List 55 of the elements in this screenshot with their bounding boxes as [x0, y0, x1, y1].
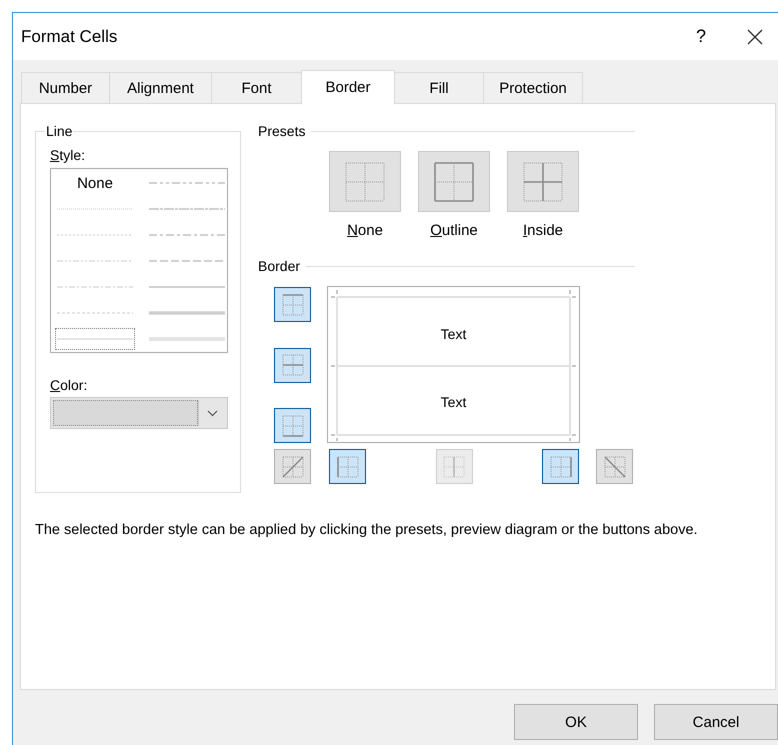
color-dropdown[interactable] [50, 397, 228, 429]
close-icon [747, 28, 763, 44]
line-style-option[interactable] [53, 326, 137, 352]
border-button[interactable] [274, 408, 311, 443]
field-label: Color: [50, 377, 88, 393]
group-title: Line [45, 123, 74, 139]
dialog-button[interactable]: OK [514, 704, 638, 740]
line-style-option[interactable]: None [53, 170, 137, 196]
grid-icon [523, 162, 563, 202]
window-title: Format Cells [21, 26, 118, 46]
section-title: Presets [258, 123, 306, 139]
line-sample-icon [149, 309, 225, 317]
tab[interactable]: Font [211, 72, 301, 104]
grid-icon [604, 456, 626, 478]
tab[interactable]: Border [301, 70, 395, 104]
section-title: Border [258, 258, 300, 274]
line-sample-icon [149, 257, 225, 265]
grid-icon [336, 456, 358, 478]
border-button[interactable] [542, 449, 579, 484]
line-sample-icon [149, 205, 225, 213]
preset-label: None [347, 222, 383, 239]
line-sample-icon [149, 231, 225, 239]
grid-icon [550, 456, 572, 478]
line-sample-icon [149, 335, 225, 343]
preset-label: Inside [522, 222, 564, 239]
preset-button[interactable] [418, 151, 490, 212]
border-preview[interactable]: Text Text [327, 286, 580, 443]
border-button[interactable] [274, 287, 311, 322]
border-button[interactable] [274, 348, 311, 382]
preset-label: Outline [430, 222, 478, 239]
grid-icon [282, 414, 304, 436]
preset-button[interactable] [329, 151, 401, 212]
line-style-list[interactable]: None [50, 168, 228, 353]
preset-button[interactable] [507, 151, 579, 212]
grid-icon [282, 294, 304, 316]
grid-icon [345, 162, 385, 202]
line-sample-icon [149, 283, 225, 291]
grid-icon [434, 162, 474, 202]
preview-text: Text [440, 326, 466, 342]
border-button[interactable] [329, 449, 366, 484]
grid-icon [282, 354, 304, 376]
tab[interactable]: Protection [483, 72, 583, 104]
preview-text: Text [440, 394, 466, 410]
help-button[interactable]: ? [678, 18, 724, 54]
border-button[interactable] [274, 449, 311, 484]
line-sample-icon [149, 179, 225, 187]
tab[interactable]: Number [21, 72, 109, 104]
help-text: The selected border style can be applied by clicking the presets, preview diagram or the buttons above. [35, 522, 699, 538]
grid-icon [282, 456, 304, 478]
chevron-icon [206, 410, 218, 416]
dialog-button[interactable]: Cancel [654, 704, 778, 740]
grid-icon [443, 456, 465, 478]
tab[interactable]: Alignment [109, 72, 211, 104]
border-button[interactable] [596, 449, 633, 484]
field-label: Style: [50, 147, 86, 163]
